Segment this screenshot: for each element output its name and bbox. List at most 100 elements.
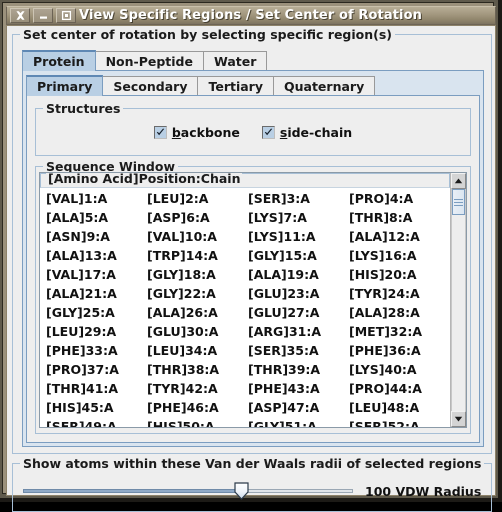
sequence-residue[interactable]: [SER]3:A — [248, 191, 349, 206]
sequence-residue[interactable]: [GLY]18:A — [147, 267, 248, 282]
tab-secondary[interactable]: Secondary — [102, 76, 199, 96]
sequence-residue[interactable]: [GLY]15:A — [248, 248, 349, 263]
maximize-button[interactable] — [56, 8, 76, 23]
sequence-residue[interactable]: [ASN]9:A — [46, 229, 147, 244]
vdw-slider-thumb[interactable] — [234, 482, 249, 500]
sequence-row[interactable]: [ALA]21:A [GLY]22:A [GLU]23:A [TYR]24:A — [46, 284, 450, 303]
sequence-row[interactable]: [SER]49:A [HIS]50:A [GLY]51:A [SER]52:A — [46, 417, 450, 427]
sequence-residue[interactable]: [THR]39:A — [248, 362, 349, 377]
checkbox-box[interactable] — [153, 126, 167, 139]
scroll-down-button[interactable] — [451, 411, 466, 427]
sequence-residue[interactable]: [THR]41:A — [46, 381, 147, 396]
sequence-residue[interactable]: [GLY]25:A — [46, 305, 147, 320]
sequence-residue[interactable]: [ASP]6:A — [147, 210, 248, 225]
sequence-residue[interactable]: [LEU]2:A — [147, 191, 248, 206]
sequence-residue[interactable]: [PRO]44:A — [349, 381, 450, 396]
structures-group-title: Structures — [43, 101, 124, 116]
sequence-residue[interactable]: [ALA]5:A — [46, 210, 147, 225]
sequence-residue[interactable]: [MET]32:A — [349, 324, 450, 339]
sequence-residue[interactable]: [PRO]4:A — [349, 191, 450, 206]
sequence-residue[interactable]: [PHE]36:A — [349, 343, 450, 358]
sequence-residue[interactable]: [ARG]31:A — [248, 324, 349, 339]
sequence-list-scrollbar[interactable] — [450, 173, 466, 427]
sequence-residue[interactable]: [GLY]51:A — [248, 419, 349, 427]
sequence-residue[interactable]: [LEU]34:A — [147, 343, 248, 358]
sequence-residue[interactable]: [ALA]28:A — [349, 305, 450, 320]
sequence-residue[interactable]: [LYS]11:A — [248, 229, 349, 244]
structures-group: Structures backbone side-chain — [35, 101, 471, 156]
sequence-residue[interactable]: [GLU]23:A — [248, 286, 349, 301]
sequence-row[interactable]: [HIS]45:A [PHE]46:A [ASP]47:A [LEU]48:A — [46, 398, 450, 417]
sequence-residue[interactable]: [ALA]13:A — [46, 248, 147, 263]
sequence-residue[interactable]: [THR]8:A — [349, 210, 450, 225]
checkbox-label: backbone — [171, 125, 240, 140]
checkbox-box[interactable] — [261, 126, 275, 139]
inner-tab-panel: Structures backbone side-chain Sequence W… — [26, 95, 480, 443]
checkbox-backbone[interactable]: backbone — [153, 125, 240, 140]
sequence-residue[interactable]: [GLU]30:A — [147, 324, 248, 339]
tab-primary[interactable]: Primary — [26, 75, 104, 96]
sequence-residue[interactable]: [TRP]14:A — [147, 248, 248, 263]
tab-protein[interactable]: Protein — [22, 50, 96, 71]
sequence-residue[interactable]: [PHE]46:A — [147, 400, 248, 415]
sequence-residue[interactable]: [SER]49:A — [46, 419, 147, 427]
sequence-residue[interactable]: [VAL]10:A — [147, 229, 248, 244]
sequence-row[interactable]: [GLY]25:A [ALA]26:A [GLU]27:A [ALA]28:A — [46, 303, 450, 322]
sequence-residue[interactable]: [SER]52:A — [349, 419, 450, 427]
tab-label: Water — [213, 54, 257, 69]
sequence-residue[interactable]: [HIS]50:A — [147, 419, 248, 427]
sequence-row[interactable]: [LEU]29:A [GLU]30:A [ARG]31:A [MET]32:A — [46, 322, 450, 341]
sequence-residue[interactable]: [LYS]40:A — [349, 362, 450, 377]
sequence-list-viewport[interactable]: [Amino Acid]Position:Chain [VAL]1:A [LEU]… — [40, 173, 450, 427]
sequence-row[interactable]: [ALA]13:A [TRP]14:A [GLY]15:A [LYS]16:A — [46, 246, 450, 265]
scrollbar-thumb[interactable] — [452, 189, 465, 215]
inner-tab-strip: Primary Secondary Tertiary Quaternary — [26, 74, 480, 96]
tab-water[interactable]: Water — [202, 51, 268, 71]
sequence-residue[interactable]: [GLU]27:A — [248, 305, 349, 320]
scrollbar-track[interactable] — [451, 189, 466, 411]
minimize-button[interactable] — [33, 8, 53, 23]
checkbox-side-chain[interactable]: side-chain — [261, 125, 353, 140]
sequence-row[interactable]: [THR]41:A [TYR]42:A [PHE]43:A [PRO]44:A — [46, 379, 450, 398]
sequence-residue[interactable]: [ALA]19:A — [248, 267, 349, 282]
sequence-residue[interactable]: [VAL]17:A — [46, 267, 147, 282]
sequence-row[interactable]: [ASN]9:A [VAL]10:A [LYS]11:A [ALA]12:A — [46, 227, 450, 246]
tab-non-peptide[interactable]: Non-Peptide — [94, 51, 204, 71]
scroll-up-button[interactable] — [451, 173, 466, 189]
vdw-slider[interactable] — [23, 481, 353, 501]
chevron-down-icon — [454, 416, 463, 422]
sequence-residue[interactable]: [ALA]26:A — [147, 305, 248, 320]
sequence-residue[interactable]: [PHE]33:A — [46, 343, 147, 358]
sequence-residue[interactable]: [HIS]20:A — [349, 267, 450, 282]
content-pane: Set center of rotation by selecting spec… — [6, 25, 496, 512]
sequence-residue[interactable]: [PRO]37:A — [46, 362, 147, 377]
sequence-residue[interactable]: [ALA]21:A — [46, 286, 147, 301]
sequence-residue[interactable]: [TYR]24:A — [349, 286, 450, 301]
sequence-window-group: Sequence Window [Amino Acid]Position:Cha… — [35, 159, 471, 434]
sequence-row[interactable]: [VAL]17:A [GLY]18:A [ALA]19:A [HIS]20:A — [46, 265, 450, 284]
sequence-residue[interactable]: [LYS]7:A — [248, 210, 349, 225]
close-button[interactable] — [10, 8, 30, 23]
sequence-list-header-label: [Amino Acid]Position:Chain — [46, 173, 243, 186]
sequence-row[interactable]: [PRO]37:A [THR]38:A [THR]39:A [LYS]40:A — [46, 360, 450, 379]
sequence-row[interactable]: [ALA]5:A [ASP]6:A [LYS]7:A [THR]8:A — [46, 208, 450, 227]
tab-tertiary[interactable]: Tertiary — [197, 76, 274, 96]
sequence-row[interactable]: [VAL]1:A [LEU]2:A [SER]3:A [PRO]4:A — [46, 189, 450, 208]
close-icon — [15, 11, 25, 20]
sequence-row[interactable]: [PHE]33:A [LEU]34:A [SER]35:A [PHE]36:A — [46, 341, 450, 360]
sequence-residue[interactable]: [HIS]45:A — [46, 400, 147, 415]
sequence-residue[interactable]: [TYR]42:A — [147, 381, 248, 396]
checkbox-label: side-chain — [279, 125, 353, 140]
sequence-residue[interactable]: [LEU]29:A — [46, 324, 147, 339]
tab-label: Protein — [33, 54, 85, 69]
sequence-residue[interactable]: [ASP]47:A — [248, 400, 349, 415]
sequence-residue[interactable]: [THR]38:A — [147, 362, 248, 377]
sequence-residue[interactable]: [SER]35:A — [248, 343, 349, 358]
sequence-residue[interactable]: [LEU]48:A — [349, 400, 450, 415]
tab-quaternary[interactable]: Quaternary — [273, 76, 376, 96]
sequence-residue[interactable]: [PHE]43:A — [248, 381, 349, 396]
sequence-residue[interactable]: [GLY]22:A — [147, 286, 248, 301]
sequence-residue[interactable]: [VAL]1:A — [46, 191, 147, 206]
sequence-residue[interactable]: [ALA]12:A — [349, 229, 450, 244]
sequence-residue[interactable]: [LYS]16:A — [349, 248, 450, 263]
